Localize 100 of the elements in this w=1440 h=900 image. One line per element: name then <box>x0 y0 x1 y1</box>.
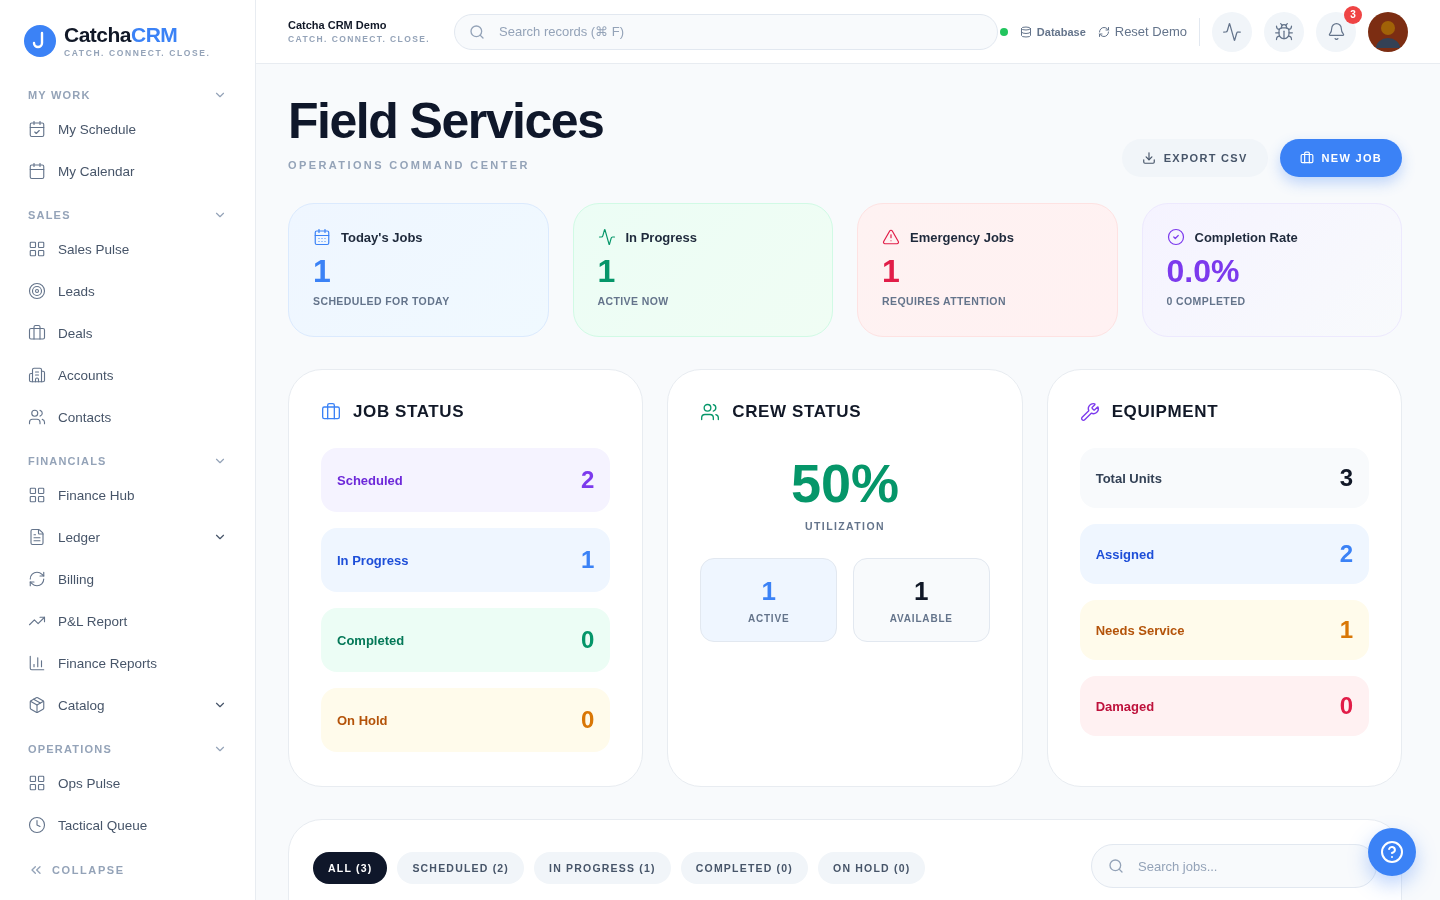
help-icon <box>1380 840 1404 864</box>
refresh-icon <box>28 570 46 588</box>
page-subtitle: OPERATIONS COMMAND CENTER <box>288 159 531 171</box>
brand-name: CatchaCRM <box>64 24 179 45</box>
sidebar-item[interactable]: My Schedule <box>28 108 227 150</box>
equipment-count: 2 <box>1339 540 1353 568</box>
filter-tab[interactable]: SCHEDULED (2) <box>397 852 525 884</box>
status-count: 0 <box>580 626 595 654</box>
briefcase-icon <box>28 324 46 342</box>
sidebar-item[interactable]: Leads <box>28 270 227 312</box>
section-title: FINANCIALS <box>28 455 107 467</box>
stat-caption: ACTIVE NOW <box>597 295 670 308</box>
stat-value: 1 <box>882 254 901 290</box>
sidebar-item[interactable]: My Calendar <box>28 150 227 192</box>
search-icon <box>469 23 486 40</box>
debug-button[interactable] <box>1264 11 1304 52</box>
panel-title: EQUIPMENT <box>1111 402 1219 422</box>
sidebar-item[interactable]: Billing <box>28 558 227 600</box>
activity-button[interactable] <box>1212 11 1252 52</box>
filter-tab[interactable]: IN PROGRESS (1) <box>534 852 671 884</box>
stat-label: In Progress <box>625 229 698 245</box>
database-button[interactable]: Database <box>1019 25 1086 38</box>
stat-value: 0.0% <box>1166 254 1241 290</box>
help-button[interactable] <box>1368 828 1416 876</box>
panel-title: JOB STATUS <box>353 402 465 422</box>
stat-label: Today's Jobs <box>341 229 423 245</box>
crew-count: 1 <box>761 576 776 607</box>
filter-tab[interactable]: COMPLETED (0) <box>680 852 809 884</box>
brand-tagline: CATCH. CONNECT. CLOSE. <box>64 48 211 58</box>
sidebar-item[interactable]: Deals <box>28 312 227 354</box>
workspace-name: Catcha CRM Demo <box>288 19 388 31</box>
check-circle-icon <box>1166 228 1185 246</box>
sidebar-item[interactable]: Catalog <box>28 684 227 726</box>
crew-count: 1 <box>914 576 929 607</box>
sidebar-item[interactable]: P&L Report <box>28 600 227 642</box>
avatar[interactable] <box>1368 11 1408 52</box>
refresh-icon <box>1097 25 1110 38</box>
equipment-count: 0 <box>1339 692 1353 720</box>
download-icon <box>1141 151 1156 165</box>
search-icon <box>1108 858 1124 874</box>
job-search-box[interactable]: Search jobs... <box>1091 844 1377 888</box>
search-field[interactable]: Search records (⌘ F) <box>497 23 983 40</box>
sidebar-item[interactable]: Ledger <box>28 516 227 558</box>
calendar-check-icon <box>28 120 46 138</box>
status-label: Completed <box>337 632 405 648</box>
package-icon <box>28 696 46 714</box>
grid-icon <box>28 240 46 258</box>
grid-icon <box>28 486 46 504</box>
database-icon <box>1019 25 1032 38</box>
users-icon <box>700 402 721 422</box>
stat-caption: 0 COMPLETED <box>1166 295 1247 308</box>
search-box[interactable]: Search records (⌘ F) <box>454 13 998 50</box>
equipment-label: Needs Service <box>1095 622 1185 638</box>
stat-caption: REQUIRES ATTENTION <box>882 295 1007 308</box>
workspace-tagline: CATCH. CONNECT. CLOSE. <box>288 34 431 44</box>
sidebar-item[interactable]: Finance Hub <box>28 474 227 516</box>
equipment-label: Damaged <box>1095 698 1155 714</box>
reset-demo-button[interactable]: Reset Demo <box>1097 24 1187 39</box>
sidebar-item[interactable]: Tactical Queue <box>28 804 227 846</box>
bug-icon <box>1274 21 1294 42</box>
status-label: In Progress <box>337 552 409 568</box>
stat-label: Emergency Jobs <box>910 229 1015 245</box>
status-count: 1 <box>580 546 595 574</box>
utilization-value: 50% <box>789 452 901 514</box>
warning-icon <box>882 228 900 246</box>
document-icon <box>28 528 46 546</box>
filter-tab[interactable]: ON HOLD (0) <box>818 852 926 884</box>
sidebar-item[interactable]: Contacts <box>28 396 227 438</box>
crew-label: ACTIVE <box>747 613 790 624</box>
stat-caption: SCHEDULED FOR TODAY <box>313 295 451 308</box>
equipment-count: 3 <box>1339 464 1353 492</box>
job-search-field[interactable]: Search jobs... <box>1136 857 1360 875</box>
sidebar-item[interactable]: Sales Pulse <box>28 228 227 270</box>
target-icon <box>28 282 46 300</box>
stat-label: Completion Rate <box>1194 229 1298 245</box>
status-count: 0 <box>580 706 595 734</box>
sidebar-item[interactable]: Accounts <box>28 354 227 396</box>
sidebar-item[interactable]: Ops Pulse <box>28 762 227 804</box>
page-title: Field Services <box>288 94 604 149</box>
export-button[interactable]: EXPORT CSV <box>1121 139 1268 177</box>
calendar-icon <box>313 228 331 246</box>
panel-title: CREW STATUS <box>732 402 862 422</box>
notifications-button[interactable] <box>1316 11 1356 52</box>
status-label: Scheduled <box>337 472 403 488</box>
briefcase-icon <box>1299 151 1314 165</box>
grid-icon <box>28 774 46 792</box>
crew-label: AVAILABLE <box>889 613 953 624</box>
logo-icon <box>24 25 56 57</box>
equipment-label: Total Units <box>1095 470 1162 486</box>
sidebar-item[interactable]: Finance Reports <box>28 642 227 684</box>
stat-value: 1 <box>597 254 617 290</box>
filter-tab[interactable]: ALL (3) <box>313 852 388 884</box>
briefcase-icon <box>321 402 341 422</box>
notification-count: 3 <box>1344 5 1362 24</box>
bell-icon <box>1326 22 1346 41</box>
new-job-button[interactable]: NEW JOB <box>1279 139 1402 177</box>
clock-icon <box>28 816 46 834</box>
calendar-icon <box>28 162 46 180</box>
utilization-caption: UTILIZATION <box>804 520 886 532</box>
equipment-label: Assigned <box>1095 546 1155 562</box>
